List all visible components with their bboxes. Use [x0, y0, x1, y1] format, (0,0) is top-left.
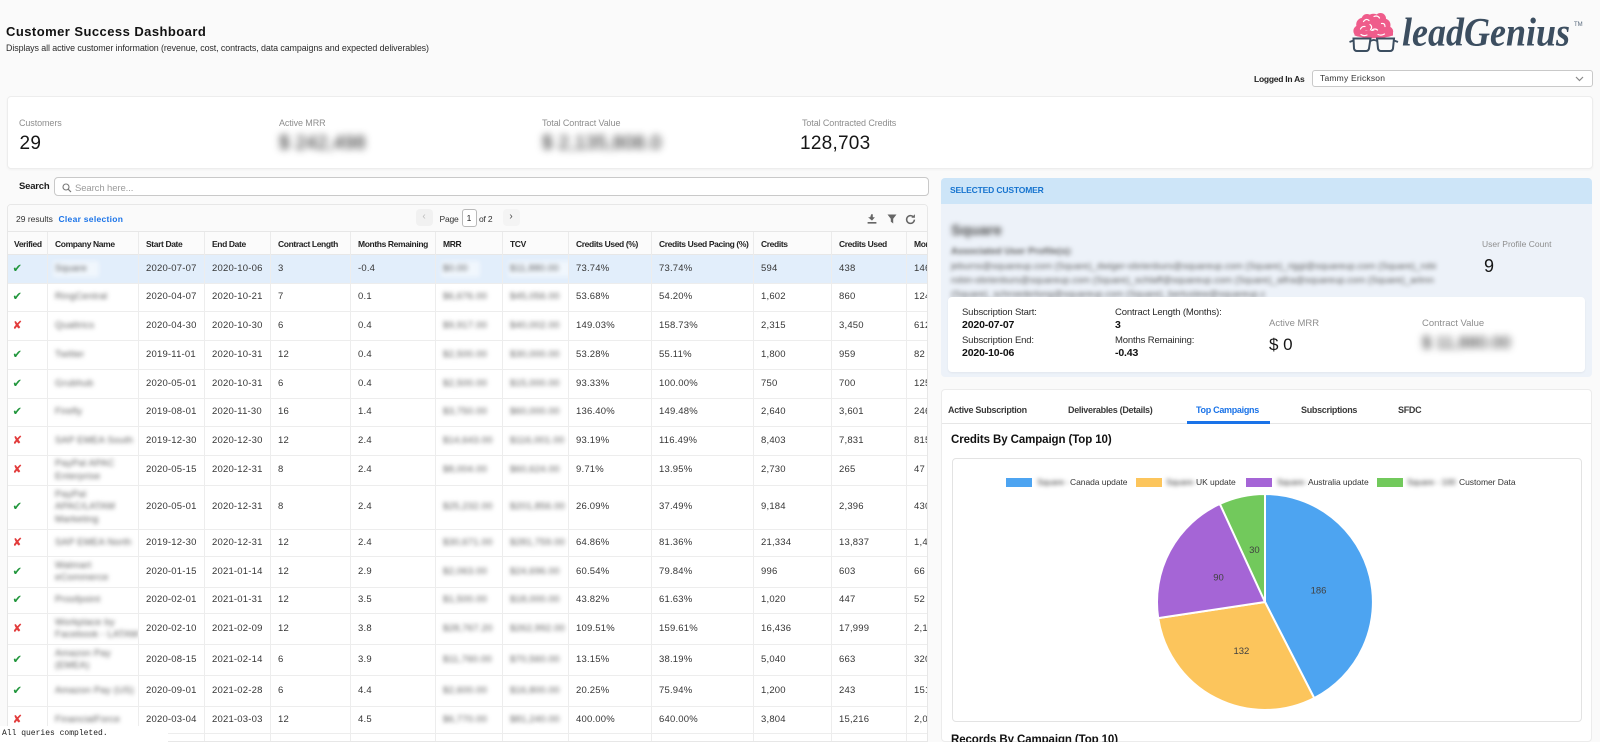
svg-text:90: 90	[1213, 572, 1224, 583]
svg-text:30: 30	[1249, 545, 1260, 556]
svg-text:TM: TM	[1574, 22, 1583, 28]
svg-text:leadGenius: leadGenius	[1402, 10, 1570, 55]
svg-text:132: 132	[1233, 646, 1249, 657]
svg-text:186: 186	[1311, 585, 1327, 596]
